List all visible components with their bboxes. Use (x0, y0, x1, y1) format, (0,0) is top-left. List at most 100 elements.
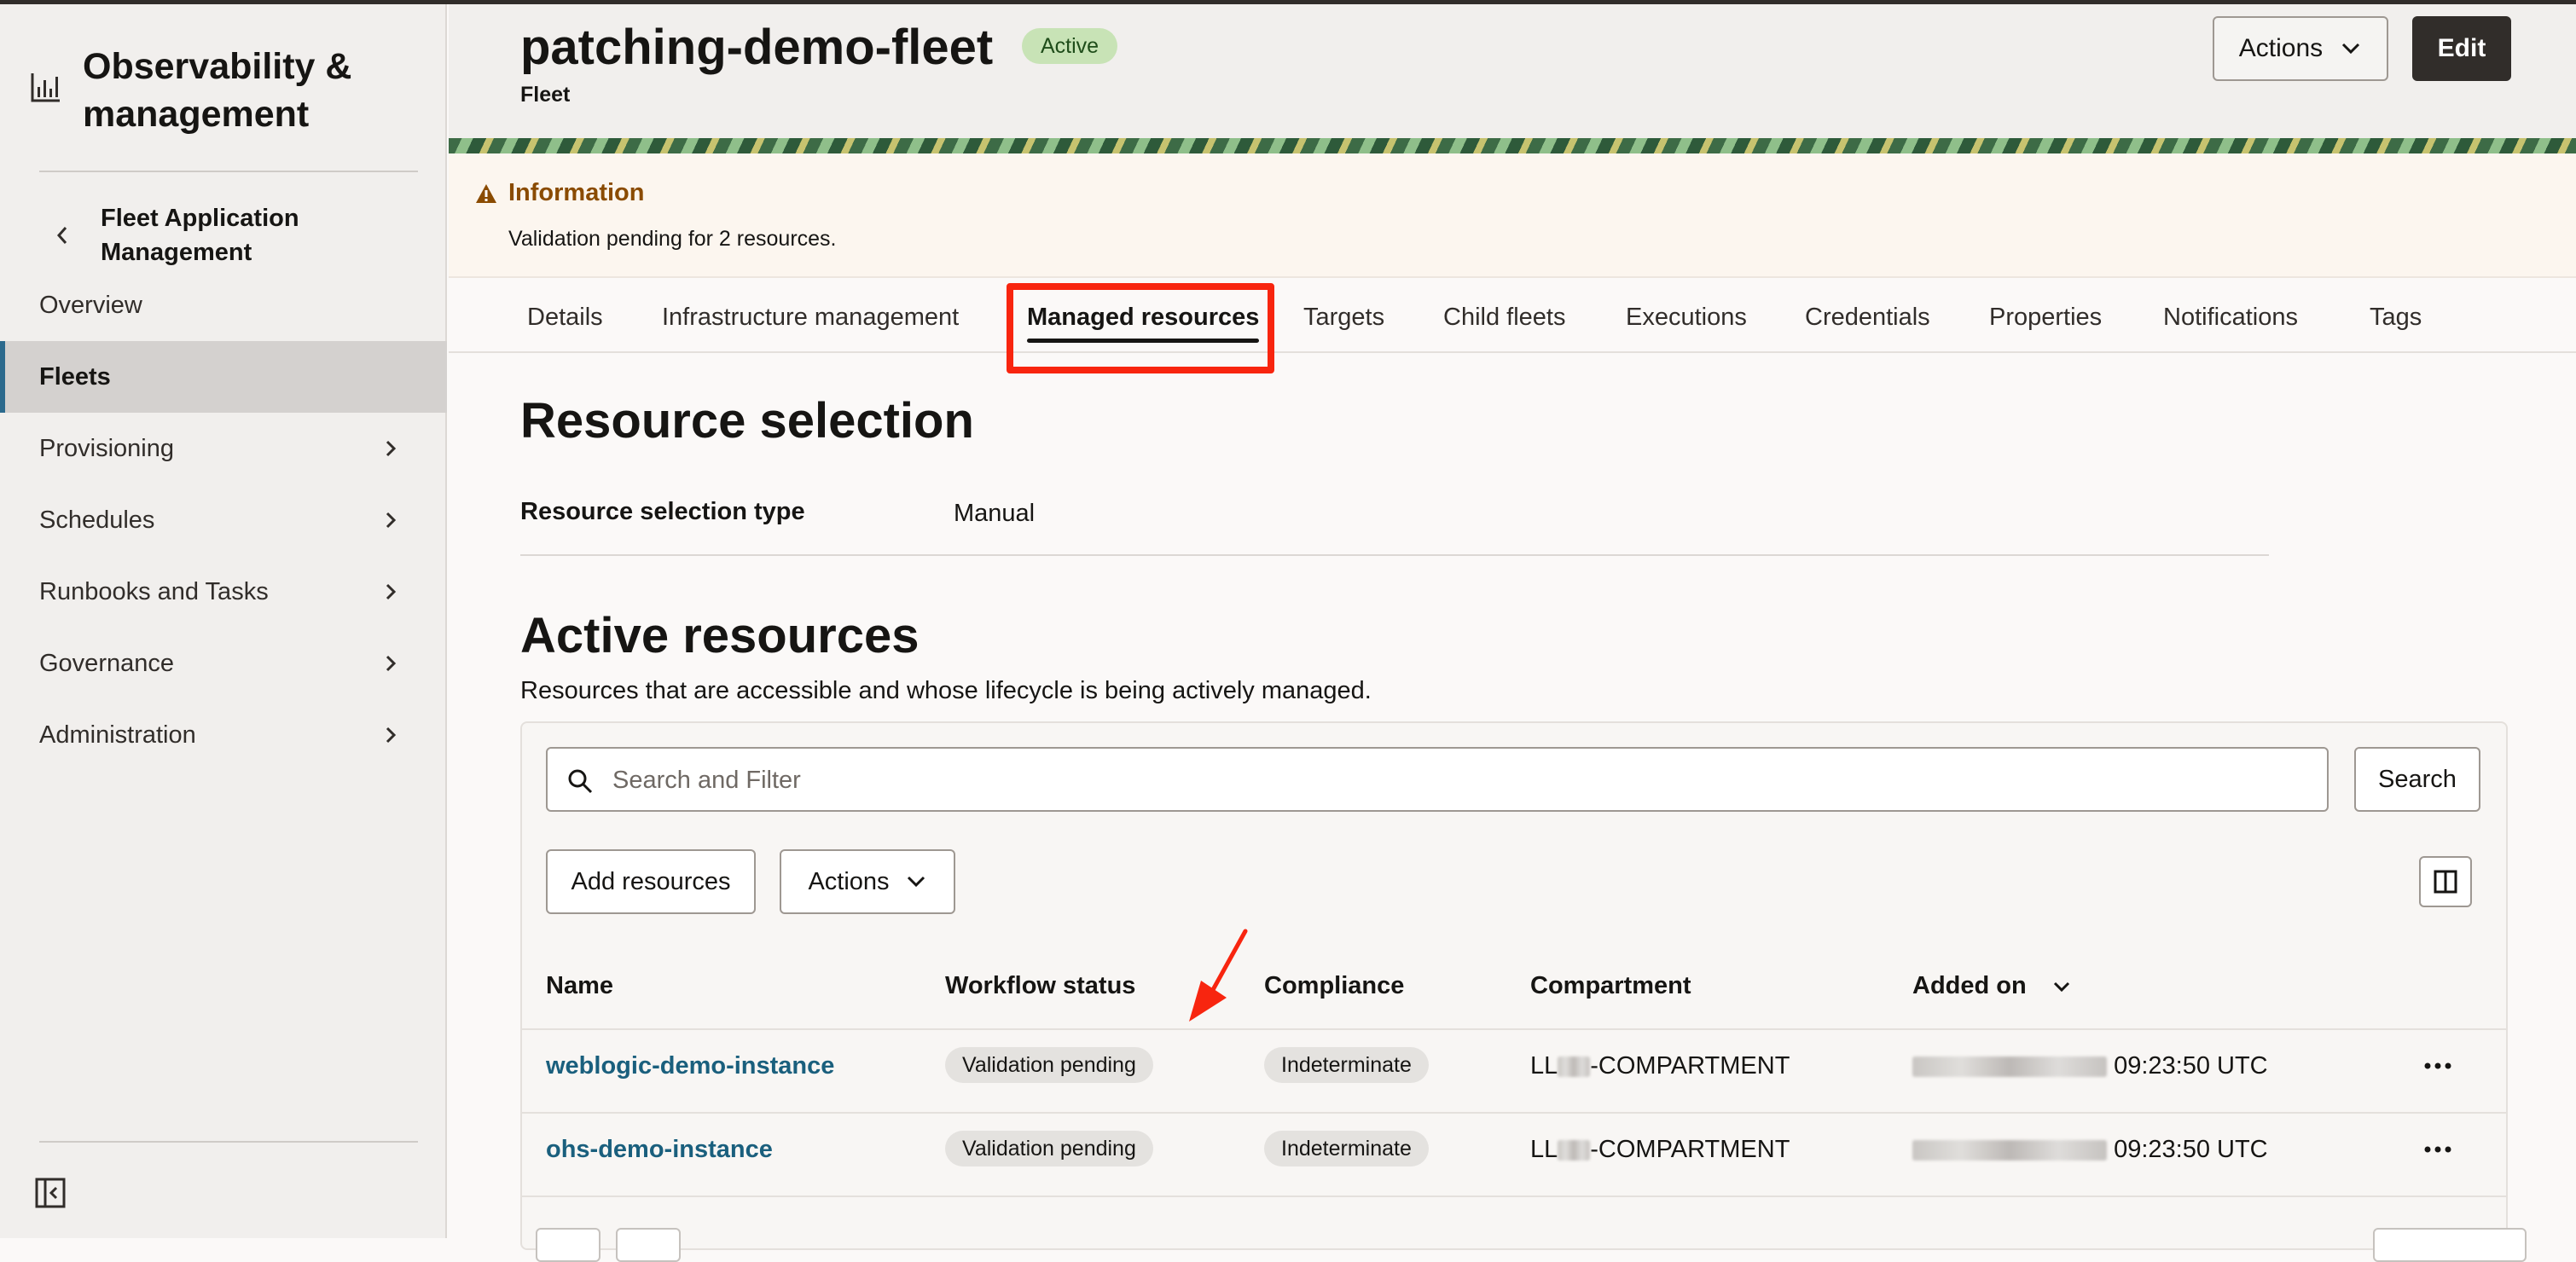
row-divider (522, 1195, 2506, 1197)
tab-managed-resources[interactable]: Managed resources (1027, 278, 1260, 353)
column-header-name[interactable]: Name (546, 972, 613, 1000)
sidebar-item-label: Schedules (39, 506, 155, 534)
redacted-text (1558, 1056, 1591, 1078)
pagination-page-size-select[interactable] (2373, 1228, 2527, 1262)
sidebar: Observability & management Fleet Applica… (0, 0, 447, 1238)
redacted-text (1558, 1140, 1591, 1161)
added-on-cell: 09:23:50 UTC (1912, 1052, 2268, 1080)
table-actions-label: Actions (808, 867, 890, 895)
info-title: Information (508, 179, 645, 206)
tab-tags[interactable]: Tags (2370, 278, 2422, 353)
resource-selection-type-value: Manual (954, 500, 1036, 527)
sidebar-item-label: Fleets (39, 362, 111, 391)
tab-details[interactable]: Details (527, 278, 603, 353)
column-header-compartment[interactable]: Compartment (1530, 972, 1691, 1000)
column-header-compliance[interactable]: Compliance (1264, 972, 1404, 1000)
tab-properties[interactable]: Properties (1989, 278, 2102, 353)
resources-table-panel: Search Add resources Actions Name Workfl… (520, 721, 2527, 1262)
chevron-down-icon (907, 876, 925, 888)
sidebar-item-runbooks[interactable]: Runbooks and Tasks (0, 556, 447, 628)
sidebar-item-provisioning[interactable]: Provisioning (0, 413, 447, 484)
resource-name-link[interactable]: weblogic-demo-instance (546, 1052, 834, 1080)
search-icon (566, 767, 594, 795)
status-badge: Active (1022, 28, 1118, 64)
compartment-suffix: -COMPARTMENT (1590, 1052, 1790, 1080)
added-time: 09:23:50 UTC (2114, 1052, 2268, 1080)
sidebar-item-governance[interactable]: Governance (0, 628, 447, 699)
pagination-prev-button[interactable] (536, 1228, 600, 1262)
header-actions-button[interactable]: Actions (2213, 16, 2388, 81)
sidebar-item-label: Administration (39, 721, 196, 749)
pagination-next-button[interactable] (616, 1228, 681, 1262)
tab-infrastructure-management[interactable]: Infrastructure management (662, 278, 959, 353)
collapse-sidebar-icon[interactable] (34, 1177, 67, 1209)
tab-credentials[interactable]: Credentials (1805, 278, 1930, 353)
resource-selection-heading: Resource selection (520, 393, 974, 449)
compartment-prefix: LL (1530, 1136, 1558, 1163)
active-resources-description: Resources that are accessible and whose … (520, 677, 1372, 704)
chevron-right-icon (382, 507, 399, 534)
tab-targets[interactable]: Targets (1303, 278, 1384, 353)
sidebar-item-overview[interactable]: Overview (0, 269, 447, 341)
row-more-actions-icon[interactable] (2421, 1132, 2455, 1166)
column-header-added-on[interactable]: Added on (1912, 972, 2071, 1000)
compliance-badge: Indeterminate (1264, 1047, 1429, 1083)
page-title: patching-demo-fleet (520, 20, 994, 75)
header-actions-label: Actions (2238, 34, 2324, 62)
tab-bar: Details Infrastructure management Manage… (449, 278, 2576, 353)
sidebar-item-label: Runbooks and Tasks (39, 577, 269, 605)
active-resources-heading: Active resources (520, 608, 920, 663)
compliance-badge: Indeterminate (1264, 1131, 1429, 1166)
redacted-date (1912, 1056, 2107, 1078)
page-header: patching-demo-fleet Active Fleet Actions… (449, 4, 2576, 141)
search-input[interactable] (612, 761, 2310, 800)
workflow-status-badge: Validation pending (945, 1047, 1153, 1083)
chart-icon (29, 70, 63, 104)
sidebar-item-fleets[interactable]: Fleets (0, 341, 447, 413)
row-more-actions-icon[interactable] (2421, 1049, 2455, 1083)
header-banner-pattern (449, 138, 2576, 153)
compartment-suffix: -COMPARTMENT (1590, 1136, 1790, 1163)
added-on-cell: 09:23:50 UTC (1912, 1136, 2268, 1164)
sort-chevron-down-icon (2053, 981, 2069, 992)
sidebar-section-title[interactable]: Fleet Application Management (101, 201, 425, 269)
resource-name-link[interactable]: ohs-demo-instance (546, 1136, 773, 1164)
compartment-cell: LL -COMPARTMENT (1530, 1136, 1790, 1164)
search-button[interactable]: Search (2354, 747, 2480, 812)
info-message: Validation pending for 2 resources. (508, 227, 837, 251)
sidebar-item-administration[interactable]: Administration (0, 699, 447, 771)
chevron-right-icon (382, 435, 399, 462)
chevron-right-icon (382, 650, 399, 677)
sidebar-title: Observability & management (83, 46, 352, 135)
column-layout-icon[interactable] (2419, 856, 2472, 907)
workflow-status-badge: Validation pending (945, 1131, 1153, 1166)
chevron-right-icon (382, 721, 399, 749)
divider (520, 554, 2269, 556)
tab-notifications[interactable]: Notifications (2163, 278, 2298, 353)
sidebar-item-label: Governance (39, 649, 174, 677)
warning-icon (474, 182, 498, 205)
page-subtitle: Fleet (520, 83, 571, 107)
row-divider (522, 1112, 2506, 1114)
row-divider (522, 1028, 2506, 1030)
chevron-right-icon (382, 578, 399, 605)
sidebar-item-schedules[interactable]: Schedules (0, 484, 447, 556)
info-banner: Information Validation pending for 2 res… (449, 153, 2576, 278)
sidebar-item-label: Provisioning (39, 434, 174, 462)
add-resources-button[interactable]: Add resources (546, 849, 756, 914)
column-header-workflow-status[interactable]: Workflow status (945, 972, 1135, 1000)
edit-button[interactable]: Edit (2412, 16, 2511, 81)
sidebar-divider (39, 1141, 418, 1143)
column-header-label: Added on (1912, 972, 2027, 999)
chevron-left-icon[interactable] (51, 220, 73, 251)
search-field[interactable] (546, 747, 2329, 812)
main-content: patching-demo-fleet Active Fleet Actions… (449, 0, 2576, 1262)
tab-child-fleets[interactable]: Child fleets (1443, 278, 1565, 353)
redacted-date (1912, 1140, 2107, 1161)
sidebar-item-label: Overview (39, 291, 142, 319)
table-actions-button[interactable]: Actions (780, 849, 955, 914)
sidebar-divider (39, 171, 418, 172)
tab-executions[interactable]: Executions (1626, 278, 1747, 353)
compartment-prefix: LL (1530, 1052, 1558, 1080)
top-border (0, 0, 2576, 4)
